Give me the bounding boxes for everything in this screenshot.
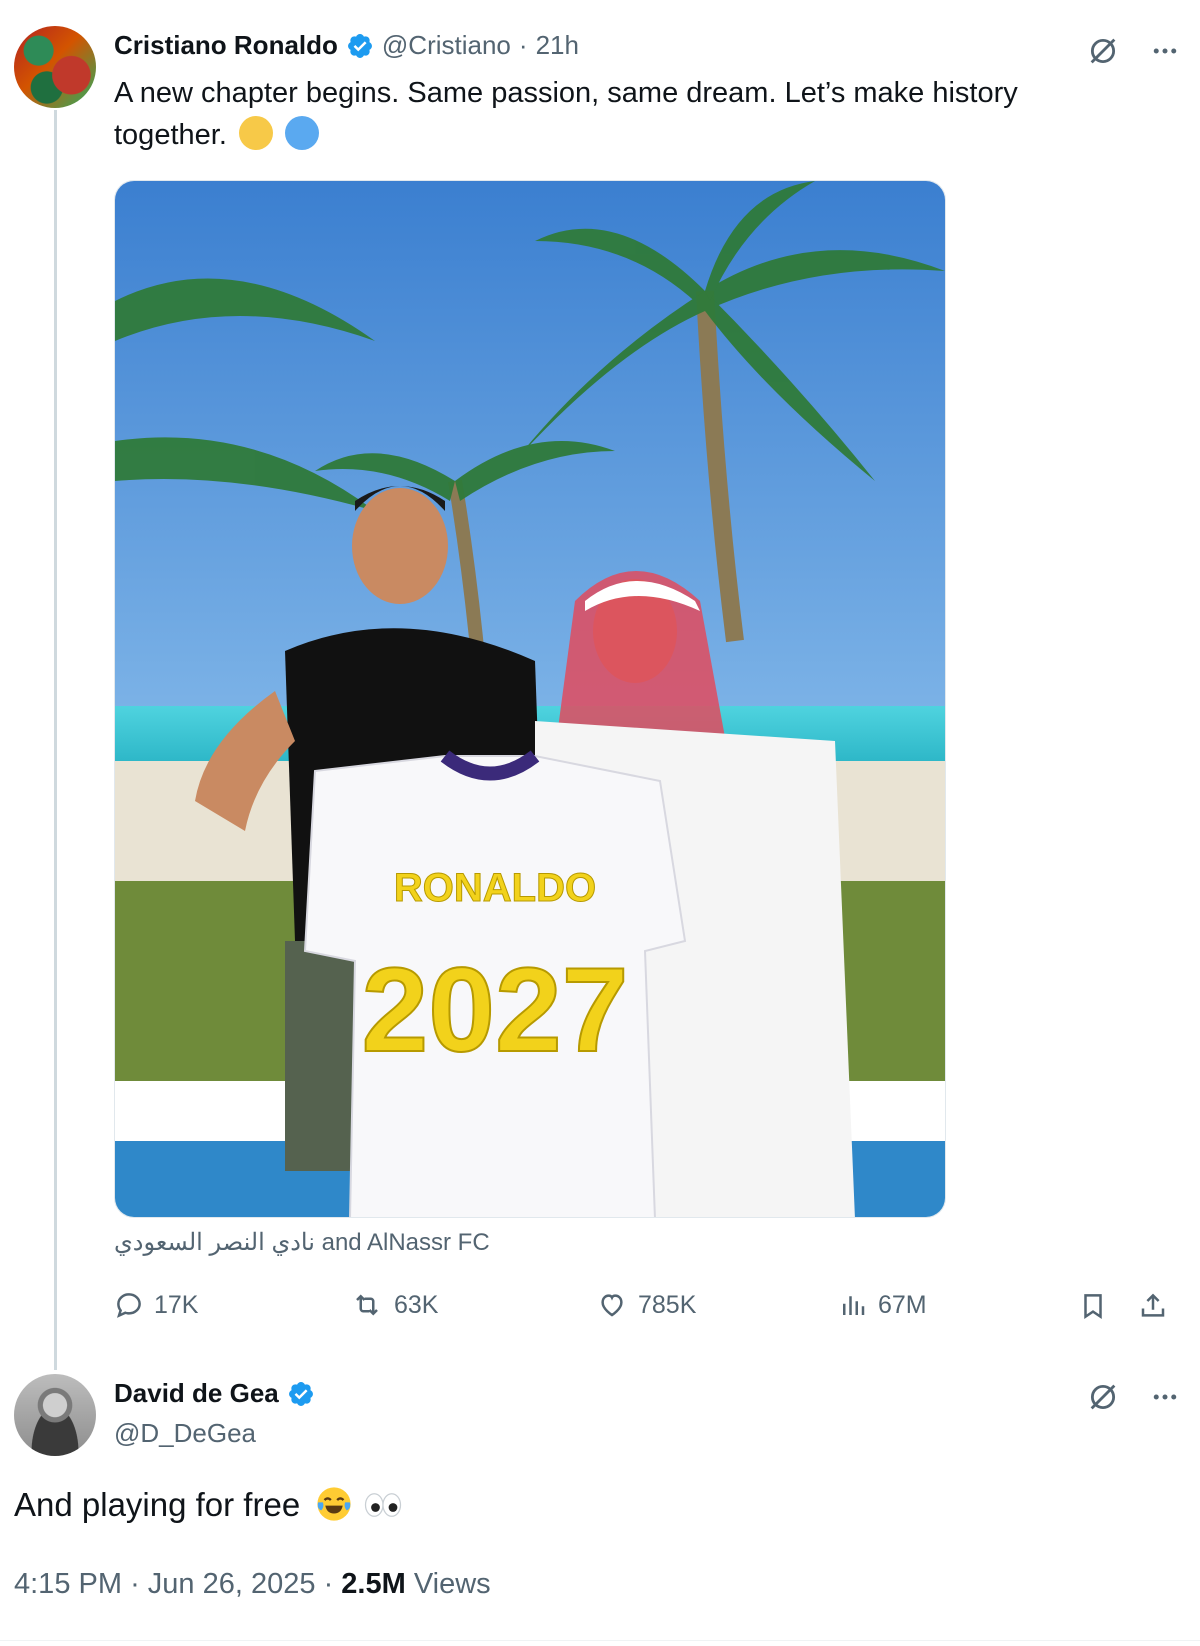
separator-dot: · (323, 1568, 334, 1600)
more-options-icon[interactable] (1150, 1382, 1180, 1412)
blue-circle-emoji-icon (285, 116, 319, 150)
jersey-name-text: RONALDO (394, 866, 596, 910)
thread-connector-line (54, 110, 57, 1370)
reply-author-name[interactable]: David de Gea (114, 1378, 279, 1409)
reply-tweet-header: David de Gea (114, 1378, 315, 1409)
face-with-tears-of-joy-emoji-icon (317, 1487, 351, 1521)
eyes-emoji-icon (364, 1493, 401, 1517)
separator-dot: · (518, 30, 528, 60)
analytics-icon (843, 1296, 865, 1315)
verified-badge-icon (347, 33, 372, 58)
tweet-action-bar: 17K 63K 785K 67M (114, 1290, 1174, 1330)
author-handle[interactable]: @Cristiano (382, 30, 511, 61)
main-tweet-top-actions (1086, 34, 1180, 68)
grok-icon[interactable] (1086, 1380, 1120, 1414)
avatar-degea[interactable] (14, 1374, 96, 1456)
repost-count: 63K (394, 1290, 439, 1319)
views-count: 67M (878, 1290, 927, 1319)
tweet-photo[interactable]: RONALDO 2027 (114, 180, 946, 1218)
reply-views-label: Views (413, 1568, 491, 1600)
jersey-number-text: 2027 (362, 943, 629, 1077)
repost-button[interactable]: 63K (350, 1290, 438, 1320)
reply-time[interactable]: 4:15 PM (14, 1568, 122, 1600)
main-tweet-header: Cristiano Ronaldo @Cristiano · 21h (114, 30, 579, 61)
grok-icon[interactable] (1086, 34, 1120, 68)
reply-date[interactable]: Jun 26, 2025 (148, 1568, 316, 1600)
reply-meta: 4:15 PM · Jun 26, 2025 · 2.5M Views (14, 1568, 491, 1601)
like-count: 785K (638, 1290, 697, 1319)
reply-count: 17K (154, 1290, 199, 1319)
separator-dot: · (130, 1568, 140, 1600)
divider (0, 1640, 1200, 1641)
bookmark-icon (1084, 1294, 1102, 1319)
views-button[interactable]: 67M (838, 1290, 927, 1320)
reply-tweet-text: And playing for free (14, 1485, 403, 1524)
share-button[interactable] (1138, 1290, 1168, 1322)
reply-views-count: 2.5M (341, 1568, 406, 1600)
bookmark-button[interactable] (1078, 1290, 1108, 1322)
reply-tweet-top-actions (1086, 1380, 1180, 1414)
heart-icon (601, 1294, 623, 1317)
reply-icon (116, 1293, 141, 1318)
reply-handle-row: @D_DeGea (114, 1418, 256, 1449)
tweet-text: A new chapter begins. Same passion, same… (114, 72, 1104, 156)
tagged-accounts-text[interactable]: نادي النصر السعودي and AlNassr FC (114, 1228, 490, 1257)
yellow-circle-emoji-icon (238, 116, 273, 150)
like-button[interactable]: 785K (596, 1290, 696, 1320)
tagged-accounts[interactable]: نادي النصر السعودي and AlNassr FC (114, 1228, 490, 1257)
verified-badge-icon (288, 1381, 313, 1406)
avatar-cristiano[interactable] (14, 26, 96, 108)
more-options-icon[interactable] (1150, 36, 1180, 66)
reply-author-handle[interactable]: @D_DeGea (114, 1418, 256, 1449)
author-name[interactable]: Cristiano Ronaldo (114, 30, 338, 61)
reply-button[interactable]: 17K (114, 1290, 198, 1320)
repost-icon (356, 1294, 378, 1316)
share-icon (1141, 1293, 1165, 1317)
tweet-time[interactable]: 21h (536, 30, 579, 61)
reply-text-content: And playing for free (14, 1486, 301, 1523)
